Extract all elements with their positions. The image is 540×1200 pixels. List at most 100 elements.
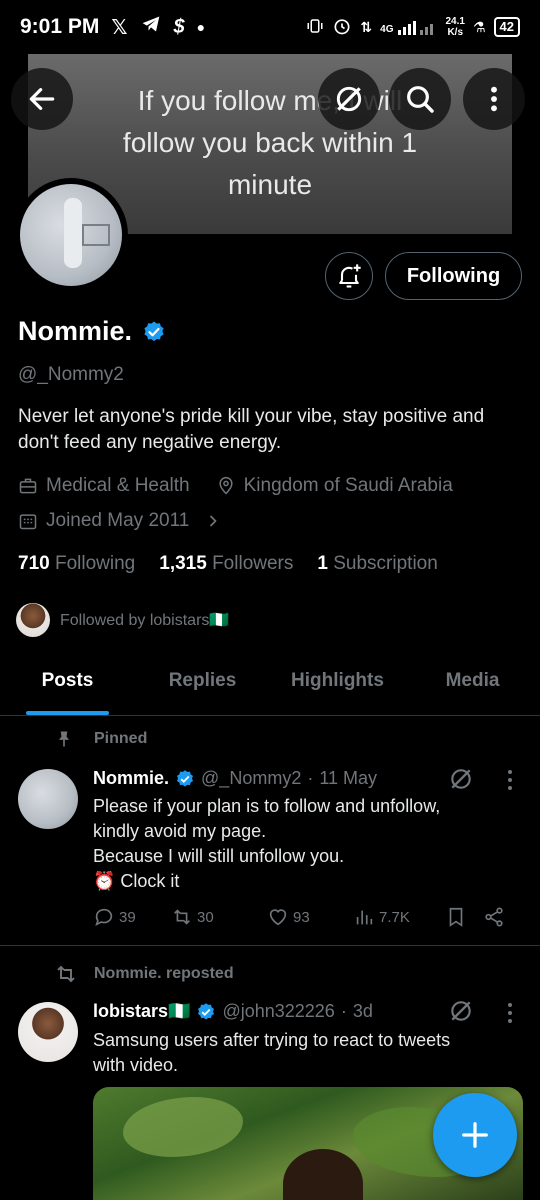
post-text-line: kindly avoid my page.	[93, 821, 267, 841]
profile-joined: Joined May 2011	[46, 510, 190, 531]
more-button[interactable]	[463, 68, 525, 130]
post-date: 11 May	[319, 768, 378, 788]
flask-icon: ⚗	[472, 18, 486, 35]
more-vertical-icon	[491, 86, 497, 112]
post-text: Samsung users after trying to react to t…	[93, 1028, 513, 1078]
post-text-line: ⏰ Clock it	[93, 871, 180, 891]
post-author-handle: @_Nommy2	[201, 768, 302, 788]
repost-icon	[57, 965, 75, 983]
followers-count-link[interactable]: 1,315 Followers	[159, 553, 293, 575]
following-count: 710	[18, 553, 50, 574]
grok-icon[interactable]	[448, 998, 474, 1024]
profile-joined-row[interactable]: Joined May 2011	[18, 510, 223, 532]
back-button[interactable]	[11, 68, 73, 130]
repost-button[interactable]: 30	[171, 906, 267, 928]
profile-avatar[interactable]	[14, 178, 128, 292]
post-avatar[interactable]	[18, 769, 78, 829]
bookmark-icon	[449, 907, 463, 927]
post-date: 3d	[352, 1001, 373, 1021]
like-button[interactable]: 93	[267, 906, 353, 928]
pin-icon	[59, 731, 69, 747]
status-time: 9:01 PM	[20, 15, 100, 38]
follower-avatar	[16, 603, 50, 637]
briefcase-icon	[19, 478, 37, 494]
post-more-icon[interactable]	[500, 1000, 520, 1026]
verified-badge-icon[interactable]	[142, 320, 166, 344]
vibrate-icon	[306, 17, 324, 38]
subscription-count-link[interactable]: 1 Subscription	[317, 553, 437, 575]
pinned-label: Pinned	[94, 730, 148, 747]
banner-line: follow you back within 1	[122, 127, 418, 158]
followed-by-row[interactable]: Followed by lobistars🇳🇬	[16, 603, 229, 637]
post-avatar[interactable]	[18, 1002, 78, 1062]
tab-media[interactable]: Media	[405, 656, 540, 715]
profile-tabs: Posts Replies Highlights Media	[0, 656, 540, 716]
post-text: Please if your plan is to follow and unf…	[93, 794, 493, 894]
dot-icon: ●	[196, 19, 206, 35]
views-chart-icon	[356, 910, 373, 925]
post-text-line: Please if your plan is to follow and unf…	[93, 796, 441, 816]
tab-posts[interactable]: Posts	[0, 656, 135, 715]
reply-button[interactable]: 39	[93, 906, 171, 928]
post-text-line: with video.	[93, 1055, 179, 1075]
profile-location: Kingdom of Saudi Arabia	[243, 475, 453, 496]
speed-unit: K/s	[447, 27, 464, 38]
profile-handle: @_Nommy2	[18, 364, 124, 385]
bell-plus-icon	[339, 264, 361, 288]
tab-highlights[interactable]: Highlights	[270, 656, 405, 715]
grok-icon	[336, 86, 362, 112]
grok-icon[interactable]	[448, 766, 474, 792]
chevron-right-icon	[210, 515, 217, 527]
share-icon	[485, 907, 503, 927]
profile-bio: Never let anyone's pride kill your vibe,…	[18, 406, 485, 453]
verified-badge-icon	[177, 769, 194, 787]
status-bar: 9:01 PM 𝕏 $ ● ⇅ 4G 24.1 K/s ⚗ 42	[0, 0, 540, 54]
post-separator: ·	[307, 768, 314, 788]
data-transfer-icon: ⇅	[360, 18, 373, 35]
follow-counts: 710 Following 1,315 Followers 1 Subscrip…	[18, 553, 438, 575]
share-button[interactable]	[483, 906, 505, 928]
reply-icon	[95, 908, 113, 926]
profile-name-row: Nommie.	[18, 316, 166, 347]
tab-replies[interactable]: Replies	[135, 656, 270, 715]
x-logo-icon: 𝕏	[111, 16, 128, 39]
post-author-name[interactable]: lobistars🇳🇬	[93, 1001, 190, 1022]
search-button[interactable]	[389, 68, 451, 130]
heart-icon	[269, 909, 287, 926]
followers-label: Followers	[212, 553, 294, 574]
verified-badge-icon	[198, 1002, 215, 1020]
post-text-line: Samsung users after trying to react to t…	[93, 1030, 451, 1050]
repost-icon	[174, 909, 190, 925]
profile-meta-row: Medical & Health Kingdom of Saudi Arabia	[18, 475, 453, 497]
signal-icon: 4G	[380, 19, 437, 35]
dollar-s-icon: $	[173, 15, 185, 38]
post-separator: ·	[340, 1001, 347, 1021]
repost-context-row: Nommie. reposted	[54, 962, 234, 986]
post-author-handle: @john322226	[222, 1001, 335, 1021]
bookmark-button[interactable]	[445, 906, 483, 928]
views-button[interactable]: 7.7K	[353, 906, 445, 928]
post-divider	[0, 945, 540, 946]
grok-button[interactable]	[318, 68, 380, 130]
following-button[interactable]: Following	[385, 252, 522, 300]
post-author-name[interactable]: Nommie.	[93, 768, 169, 789]
calendar-icon	[19, 514, 37, 530]
compose-button[interactable]	[433, 1093, 517, 1177]
following-count-link[interactable]: 710 Following	[18, 553, 135, 575]
repost-count: 30	[197, 908, 214, 926]
alarm-icon	[332, 16, 352, 39]
post-text-line: Because I will still unfollow you.	[93, 846, 345, 866]
subscription-label: Subscription	[333, 553, 438, 574]
like-count: 93	[293, 908, 310, 926]
network-type: 4G	[380, 24, 394, 35]
post-more-icon[interactable]	[500, 767, 520, 793]
following-label: Following	[54, 553, 136, 574]
notifications-button[interactable]	[325, 252, 373, 300]
network-speed: 24.1 K/s	[446, 16, 465, 38]
subscription-count: 1	[317, 553, 328, 574]
plus-icon	[462, 1122, 488, 1148]
view-count: 7.7K	[379, 908, 410, 926]
profile-category: Medical & Health	[46, 475, 190, 496]
post-header: lobistars🇳🇬 @john322226 · 3d	[93, 1001, 373, 1022]
telegram-icon	[140, 14, 162, 40]
